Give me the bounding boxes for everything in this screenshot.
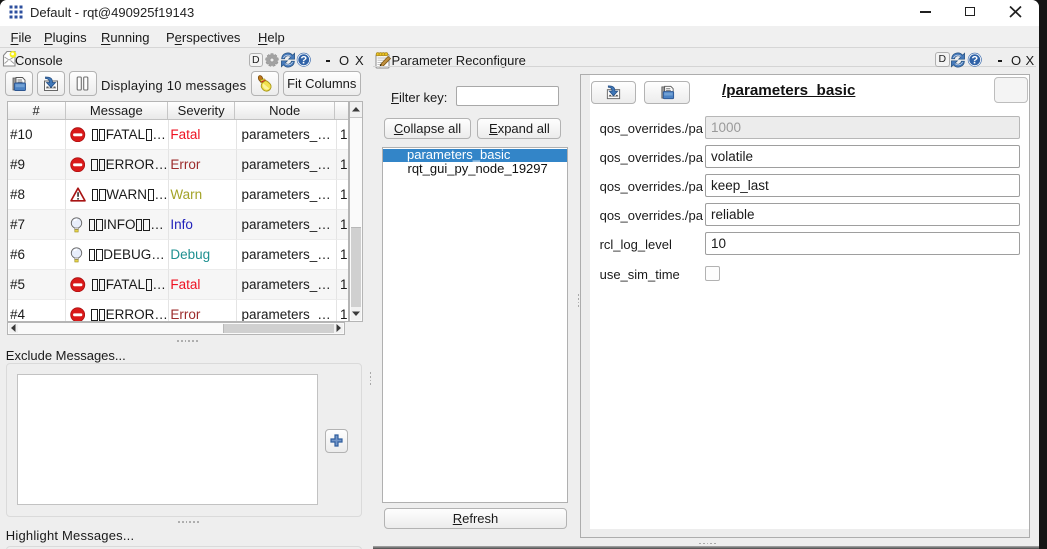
svg-text:?: ?: [300, 55, 307, 67]
svg-text:?: ?: [971, 55, 978, 67]
